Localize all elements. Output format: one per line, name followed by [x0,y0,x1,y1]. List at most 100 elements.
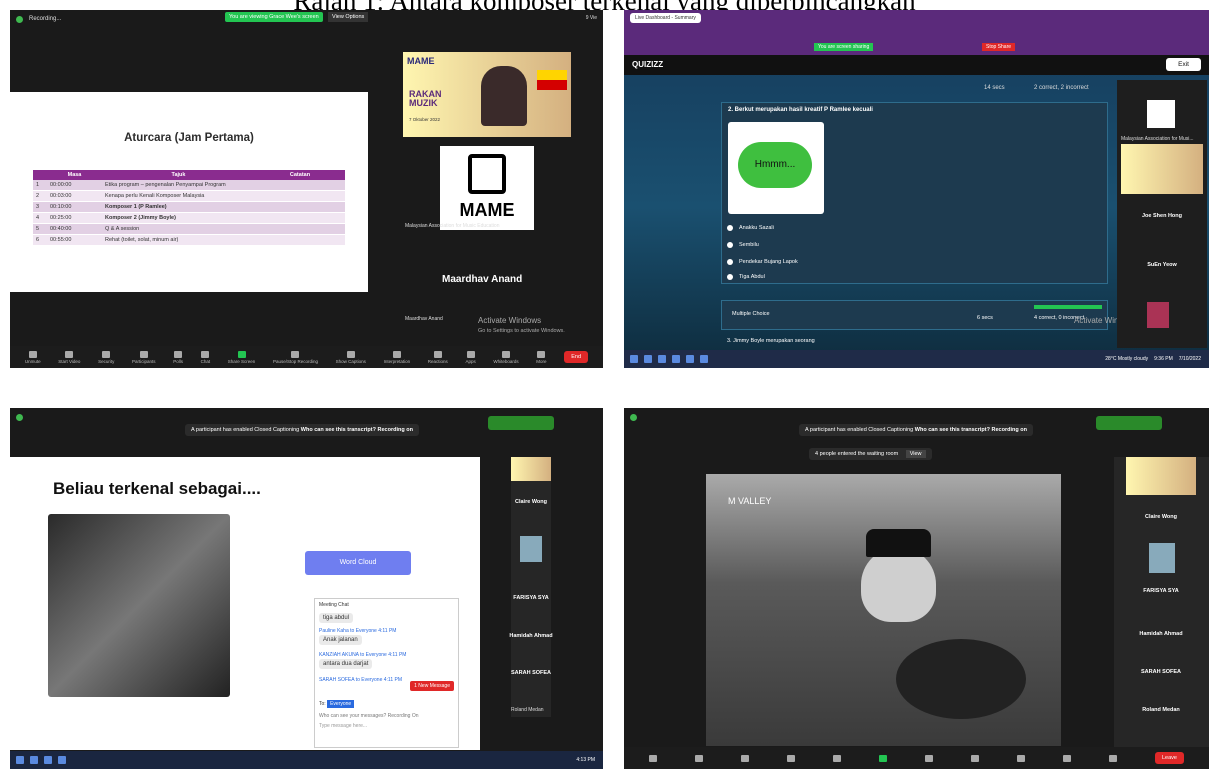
shared-slide: Aturcara (Jam Pertama) Masa Tajuk Catata… [10,92,368,292]
participants-button[interactable]: Participants [132,350,156,364]
windows-start-icon[interactable] [16,756,24,764]
whiteboards-button[interactable]: Whiteboards [493,350,519,364]
file-explorer-icon[interactable] [658,355,666,363]
quizizz-logo: QUIZIZZ [632,60,664,69]
participants-button[interactable] [787,754,795,762]
mic-icon [28,350,37,358]
exit-button[interactable]: Exit [1166,58,1201,71]
emoji-icon [971,754,979,762]
caption-banner: A participant has enabled Closed Caption… [799,424,1033,436]
chat-input[interactable]: Type message here... [319,723,367,729]
table-row: 2 00:03:00 Kenapa perlu Kenali Komposer Ma… [33,190,345,202]
table-row: 6 00:55:00 Rehat (toilet, solat, minum air… [33,234,345,246]
participant-strip: Claire Wong FARISYA SYA Hamidah Ahmad SA… [1114,457,1209,747]
quizizz-header: QUIZIZZ Exit [624,55,1209,75]
camera-icon [695,754,703,762]
people-icon [139,350,148,358]
interpretation-button[interactable]: Interpretation [384,350,410,364]
view-options-button[interactable]: View Options [328,12,369,22]
participant-video[interactable] [520,536,542,562]
zoom-icon[interactable] [58,756,66,764]
leave-button[interactable]: Leave [1155,752,1184,764]
captions-button[interactable]: Show Captions [336,350,366,364]
more-button[interactable]: More [536,350,547,364]
apps-button[interactable]: Apps [465,350,476,364]
security-button[interactable]: Security [98,350,114,364]
option-1[interactable]: Anakku Sazali [727,225,774,231]
chart-icon [174,350,183,358]
polls-button[interactable]: Polls [173,350,183,364]
presenter-tile[interactable] [1126,457,1196,495]
windows-start-icon[interactable] [630,355,638,363]
shield-icon [16,15,23,23]
p-mame-label: Malaysian Association for Musi... [1121,136,1194,142]
slide-heading: Beliau terkenal sebagai.... [53,479,261,498]
share-screen-button[interactable]: Share Screen [228,350,255,364]
security-button[interactable] [741,754,749,762]
recording-indicator[interactable]: Recording... [29,16,61,22]
word-cloud-button[interactable]: Word Cloud [305,551,411,575]
speech-bubble: Hmmm... [738,142,812,188]
emoji-icon [433,350,442,358]
option-4[interactable]: Tiga Abdul [727,274,765,280]
browser-chrome: Live Dashboard - Summary You are screen … [624,10,1209,55]
search-icon[interactable] [644,355,652,363]
question-summary-bar[interactable]: Multiple Choice 6 secs 4 correct, 0 inco… [721,300,1108,330]
question-text: 2. Berkut merupakan hasil kreatif P Raml… [728,107,873,113]
share-icon [879,754,887,762]
shield-icon [630,413,637,421]
video-tile-mame[interactable]: MAME [440,146,534,230]
mame-logo: MAME [407,56,435,66]
chat-icon [833,754,841,762]
new-message-badge[interactable]: 1 New Message [410,681,454,691]
chat-button[interactable] [833,754,841,762]
recipient-select[interactable]: Everyone [327,700,355,708]
chrome-icon[interactable] [672,355,680,363]
word-icon[interactable] [686,355,694,363]
presenter-tile[interactable] [1121,144,1203,194]
start-video-button[interactable]: Start Video [58,350,80,364]
option-3[interactable]: Pendekar Bujang Lapok [727,259,798,265]
participant-name: SARAH SOFEA [510,670,552,676]
zoom-panel-film: A participant has enabled Closed Caption… [624,408,1209,769]
gallery-view-button[interactable]: 9 Vie [586,15,597,21]
browser-tab[interactable]: Live Dashboard - Summary [630,13,701,23]
participant-name: FARISYA SYA [513,595,549,601]
whiteboards-button[interactable] [1063,754,1071,762]
chrome-icon[interactable] [44,756,52,764]
record-button[interactable] [925,754,933,762]
reactions-button[interactable] [971,754,979,762]
option-2[interactable]: Sembilu [727,242,759,248]
participant-video[interactable] [1149,543,1175,573]
chat-sender: KANZIAH AKUNA to Everyone 4:11 PM [319,652,407,658]
video-button[interactable] [695,754,703,762]
more-icon [537,350,546,358]
search-icon[interactable] [30,756,38,764]
reactions-button[interactable]: Reactions [428,350,448,364]
shared-film-video[interactable]: M VALLEY [706,474,1061,746]
weather-widget[interactable]: 28°C Mostly cloudy [1105,356,1148,362]
share-screen-button[interactable] [879,754,887,762]
participant-video[interactable] [1147,302,1169,328]
chat-button[interactable]: Chat [201,350,210,364]
question-image: Hmmm... [728,122,824,214]
correct-progress-bar [1034,305,1102,309]
more-button[interactable] [1109,754,1117,762]
speaker-label: Maardhav Anand [405,316,443,322]
view-button[interactable]: View [905,450,926,458]
participant-name: Claire Wong [1145,514,1177,520]
zoom-icon[interactable] [700,355,708,363]
video-tile-presenter[interactable]: MAME RAKAN MUZIK 7 Oktober 2022 [403,52,571,137]
table-row: 1 00:00:00 Etika program – pengenalan Peny… [33,180,345,191]
mic-button[interactable] [649,754,657,762]
end-button[interactable]: End [564,351,589,363]
mame-emblem-icon [1147,100,1175,128]
flag-icon [537,70,567,90]
apps-button[interactable] [1017,754,1025,762]
stop-share-button[interactable]: Stop Share [982,43,1016,51]
agenda-table: Masa Tajuk Catatan 1 00:00:00 Etika progra… [33,170,345,246]
presenter-tile[interactable] [511,457,551,481]
participant-label: Roland Medan [511,707,544,713]
unmute-button[interactable]: Unmute [25,350,41,364]
recording-button[interactable]: Pause/Stop Recording [273,350,318,364]
